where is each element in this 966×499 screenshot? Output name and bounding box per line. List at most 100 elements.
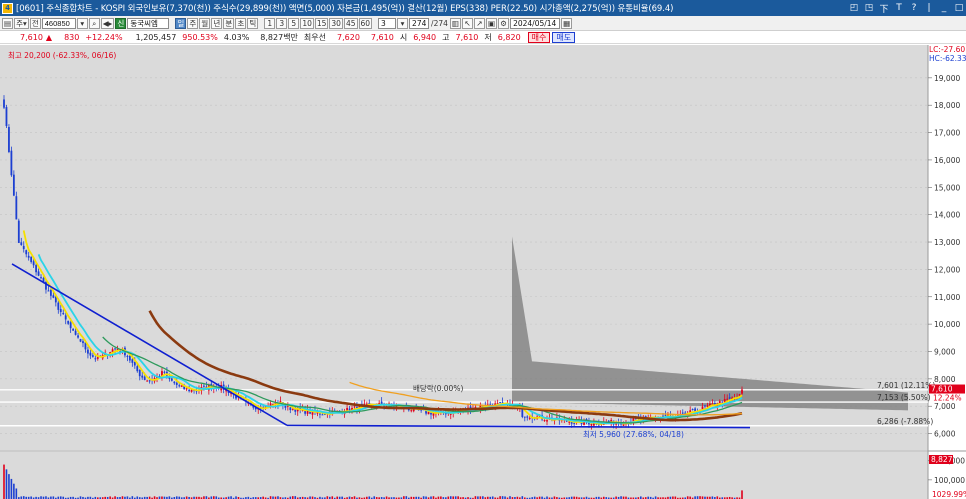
new-listing-badge: 신 bbox=[115, 17, 127, 29]
volume-value: 1,205,457 bbox=[135, 32, 177, 42]
candle-body bbox=[543, 420, 546, 422]
price-change-pct: +12.24% bbox=[85, 32, 123, 42]
y-tick-label: 13,000 bbox=[934, 238, 960, 247]
candle-body bbox=[67, 320, 70, 324]
help-icon[interactable]: ? bbox=[909, 3, 919, 13]
volume-bar bbox=[3, 464, 5, 499]
candle-body bbox=[528, 417, 531, 419]
current-price: 7,610 bbox=[20, 32, 43, 42]
candle-body bbox=[726, 398, 729, 400]
volume-bar bbox=[13, 483, 15, 499]
period-day-button[interactable]: 일 bbox=[175, 17, 187, 29]
stock-chart[interactable]: 19,000 18,000 17,000 16,000 15,000 14,000 13,0… bbox=[0, 45, 966, 499]
low-price: 6,820 bbox=[497, 32, 521, 42]
candle-count-input[interactable]: 274 bbox=[409, 17, 430, 29]
buy-button[interactable]: 매수 bbox=[527, 31, 551, 43]
candle-body bbox=[77, 335, 79, 338]
y-tick-label: 19,000 bbox=[934, 74, 960, 83]
settings-gear-icon[interactable]: ⚙ bbox=[498, 17, 510, 29]
candle-body bbox=[148, 380, 151, 382]
candle-body bbox=[175, 382, 178, 385]
interval-45-button[interactable]: 45 bbox=[343, 17, 358, 29]
candle-body bbox=[143, 376, 146, 381]
period-second-button[interactable]: 초 bbox=[235, 17, 247, 29]
market-select-dropdown[interactable]: 주▾ bbox=[14, 17, 29, 29]
open-label: 시 bbox=[399, 32, 408, 42]
candle-body bbox=[52, 295, 55, 298]
candle-body bbox=[741, 389, 743, 394]
volume-current-label: 8,827 bbox=[931, 455, 953, 464]
link-window-icon[interactable]: ◰ bbox=[849, 3, 859, 13]
candle-body bbox=[185, 388, 188, 390]
pin-icon[interactable]: 下 bbox=[879, 2, 889, 15]
candle-body bbox=[136, 366, 139, 372]
period-week-button[interactable]: 주 bbox=[187, 17, 199, 29]
volume-bar bbox=[15, 488, 18, 499]
period-tick-button[interactable]: 틱 bbox=[247, 17, 259, 29]
search-icon[interactable]: ⌕ bbox=[88, 17, 100, 29]
all-market-button[interactable]: 전 bbox=[29, 17, 41, 29]
candle-body bbox=[27, 255, 30, 258]
save-icon[interactable]: ▣ bbox=[485, 17, 498, 29]
candle-body bbox=[319, 413, 321, 415]
open-price: 6,940 bbox=[413, 32, 437, 42]
period-month-button[interactable]: 월 bbox=[199, 17, 211, 29]
font-size-icon[interactable]: T bbox=[894, 3, 904, 13]
chart-data-icon[interactable]: ▥ bbox=[449, 17, 461, 29]
period-minute-button[interactable]: 분 bbox=[223, 17, 235, 29]
y-tick-label: 17,000 bbox=[934, 129, 960, 138]
turnover-ratio: 4.03% bbox=[223, 32, 250, 42]
y-tick-label: 10,000 bbox=[934, 320, 960, 329]
prev-next-stock-icon[interactable]: ◀▸ bbox=[100, 17, 115, 29]
custom-interval-input[interactable]: 3 bbox=[378, 17, 397, 29]
maximize-button[interactable]: □ bbox=[954, 3, 964, 13]
candle-body bbox=[59, 309, 62, 313]
interval-10-button[interactable]: 10 bbox=[300, 17, 314, 29]
zoom-icon[interactable]: ↖ bbox=[461, 17, 473, 29]
chart-canvas[interactable]: 19,000 18,000 17,000 16,000 15,000 14,000 13,0… bbox=[0, 45, 966, 499]
price-change: 830 bbox=[64, 32, 80, 42]
volume-tick-label: 100,000 bbox=[934, 476, 965, 485]
y-tick-label: 7,000 bbox=[934, 402, 956, 411]
period-year-button[interactable]: 년 bbox=[211, 17, 223, 29]
trade-amount: 8,827백만 bbox=[260, 32, 298, 42]
candle-body bbox=[87, 349, 89, 354]
candle-body bbox=[94, 358, 97, 360]
candle-body bbox=[37, 271, 40, 276]
candle-body bbox=[573, 422, 576, 424]
y-tick-label: 18,000 bbox=[934, 101, 960, 110]
candle-body bbox=[681, 412, 684, 414]
candle-count-total: /274 bbox=[431, 18, 448, 28]
drawing-tool-icon[interactable]: ↗ bbox=[473, 17, 485, 29]
best-bid-price: 7,610 bbox=[370, 32, 394, 42]
candle-body bbox=[523, 416, 526, 418]
volume-bar bbox=[8, 474, 10, 499]
calendar-icon[interactable]: ▦ bbox=[561, 17, 573, 29]
interval-5-button[interactable]: 5 bbox=[288, 17, 300, 29]
sell-button[interactable]: 매도 bbox=[552, 31, 576, 43]
candle-body bbox=[590, 423, 593, 426]
level-label-2: 7,153 (5.50%) bbox=[877, 393, 931, 402]
menu-icon[interactable]: ▤ bbox=[2, 17, 14, 29]
interval-dropdown-icon[interactable]: ▾ bbox=[397, 17, 409, 29]
candle-body bbox=[89, 352, 92, 356]
level-label-1: 7,601 (12.11%) bbox=[877, 381, 935, 390]
interval-60-button[interactable]: 60 bbox=[358, 17, 373, 29]
candle-body bbox=[57, 302, 60, 310]
interval-3-button[interactable]: 3 bbox=[276, 17, 288, 29]
interval-15-button[interactable]: 15 bbox=[314, 17, 329, 29]
split-window-icon[interactable]: ◳ bbox=[864, 3, 874, 13]
candle-body bbox=[141, 375, 144, 378]
stock-code-input[interactable] bbox=[41, 17, 76, 29]
candle-body bbox=[188, 389, 191, 392]
current-pct-axis-label: 12.24% bbox=[933, 394, 962, 403]
date-input[interactable]: 2024/05/14 bbox=[510, 17, 561, 29]
candle-body bbox=[17, 220, 20, 243]
code-dropdown-icon[interactable]: ▾ bbox=[76, 17, 88, 29]
interval-30-button[interactable]: 30 bbox=[329, 17, 343, 29]
minimize-button[interactable]: _ bbox=[939, 3, 949, 13]
interval-1-button[interactable]: 1 bbox=[264, 17, 276, 29]
low-label: 저 bbox=[484, 32, 492, 42]
candle-body bbox=[126, 355, 129, 357]
level-label-3: 6,286 (-7.88%) bbox=[877, 417, 933, 426]
